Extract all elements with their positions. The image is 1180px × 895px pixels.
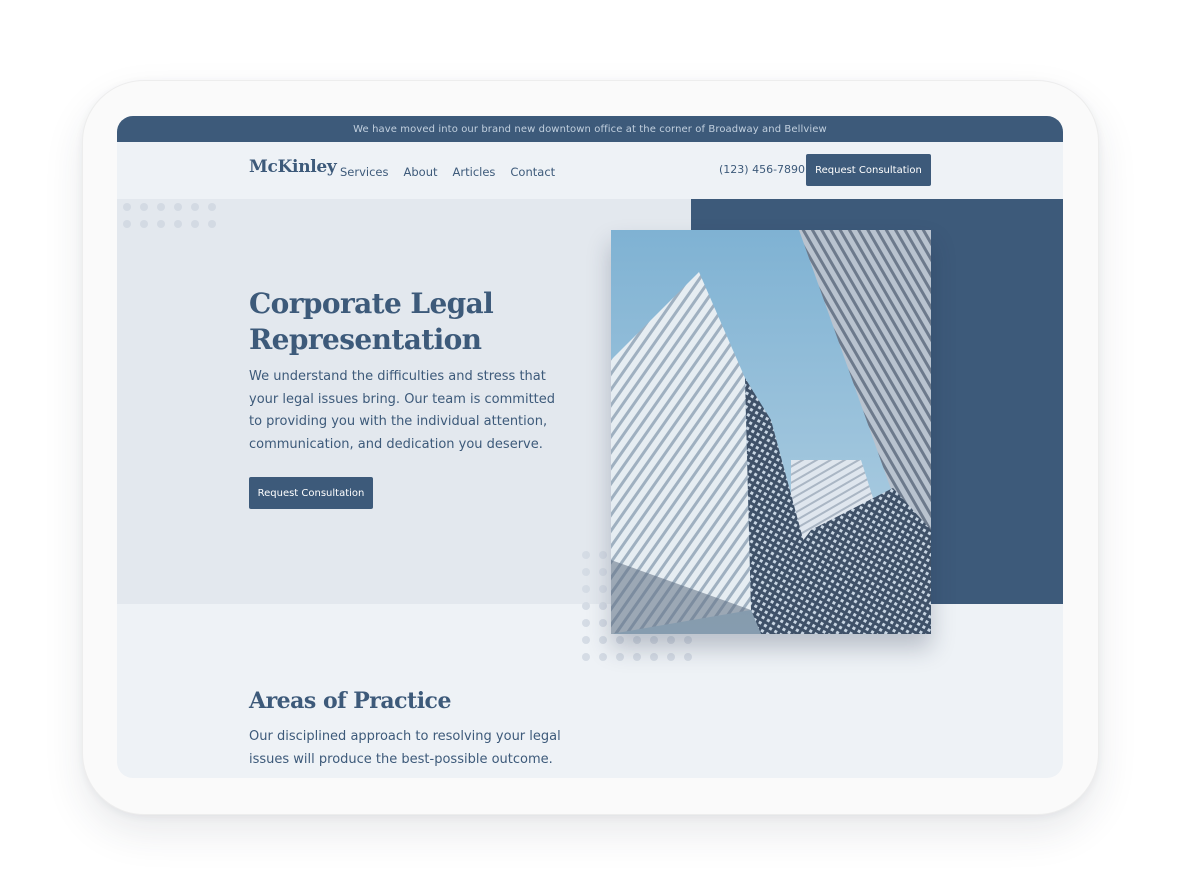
building-photo <box>611 230 931 634</box>
hero-request-consultation-button[interactable]: Request Consultation <box>249 477 373 509</box>
nav-item-services[interactable]: Services <box>340 165 389 179</box>
nav-item-articles[interactable]: Articles <box>453 165 496 179</box>
website-screen: We have moved into our brand new downtow… <box>117 116 1063 778</box>
decorative-dot-grid <box>123 203 225 237</box>
hero-description: We understand the difficulties and stres… <box>249 369 556 452</box>
skyscraper-image <box>611 230 931 634</box>
nav-menu: Services About Articles Contact <box>340 165 570 179</box>
top-navigation: McKinley Services About Articles Contact… <box>117 142 1063 199</box>
brand-logo[interactable]: McKinley <box>249 157 337 177</box>
practice-section-description: Our disciplined approach to resolving yo… <box>249 729 561 767</box>
request-consultation-button[interactable]: Request Consultation <box>806 154 931 186</box>
announcement-text: We have moved into our brand new downtow… <box>353 123 827 135</box>
announcement-bar: We have moved into our brand new downtow… <box>117 116 1063 142</box>
hero-title: Corporate Legal Representation <box>249 287 494 356</box>
practice-section-title: Areas of Practice <box>249 688 451 714</box>
nav-item-contact[interactable]: Contact <box>510 165 555 179</box>
phone-number[interactable]: (123) 456-7890 <box>719 163 805 176</box>
nav-item-about[interactable]: About <box>404 165 438 179</box>
